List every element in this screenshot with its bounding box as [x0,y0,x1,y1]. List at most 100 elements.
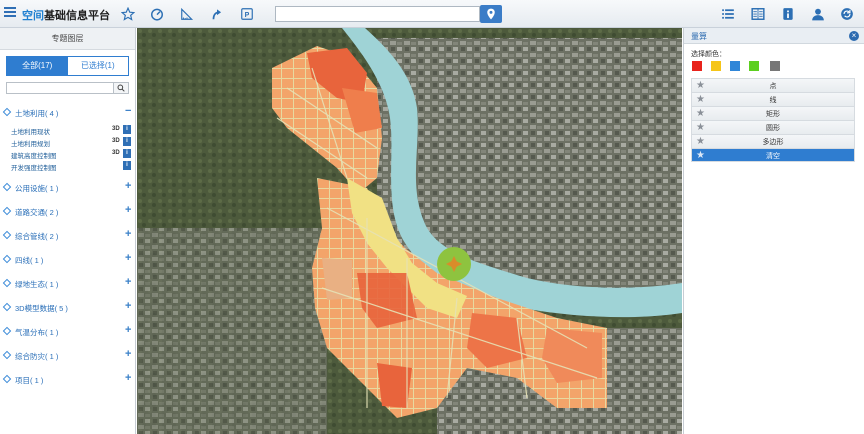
tool-clear[interactable]: ★ 清空 [691,148,855,162]
sublayer-label: 土地利用规划 [11,141,50,148]
layer-category[interactable]: 土地利用( 4 ) − [0,105,136,120]
parking-icon[interactable]: P [238,5,256,23]
app-title: 空间基础信息平台 [22,7,110,23]
sublayer-label: 土地利用现状 [11,129,50,136]
layer-category-label: 公用设施( 1 ) [15,184,59,193]
star-icon[interactable] [119,5,137,23]
layer-category-label: 综合管线( 2 ) [15,232,59,241]
app-title-rest: 基础信息平台 [44,10,110,22]
layer-category[interactable]: 四线( 1 ) + [0,252,136,267]
search-icon [117,84,125,92]
map-view[interactable] [137,28,682,434]
refresh-icon[interactable] [838,5,856,23]
menu-icon[interactable] [4,7,16,19]
dashboard-icon[interactable] [148,5,166,23]
layer-search-button[interactable] [114,82,129,94]
sublayer-item[interactable]: 土地利用规划 3D i [11,137,135,149]
info-icon[interactable] [779,5,797,23]
collapse-toggle[interactable]: − [125,105,131,117]
tool-label: 圆形 [766,125,780,132]
diamond-icon [2,254,12,264]
expand-toggle[interactable]: + [125,180,131,192]
measure-tool-list: ★ 点 ★ 线 ★ 矩形 ★ 圆形 ★ 多边形 ★ 清空 [691,78,855,162]
tool-line[interactable]: ★ 线 [691,92,855,106]
arrow-up-icon[interactable] [208,5,226,23]
expand-toggle[interactable]: + [125,372,131,384]
layer-category[interactable]: 绿地生态( 1 ) + [0,276,136,291]
expand-toggle[interactable]: + [125,252,131,264]
layer-category[interactable]: 项目( 1 ) + [0,372,136,387]
diamond-icon [2,278,12,288]
tool-label: 线 [769,97,777,104]
diamond-icon [2,230,12,240]
color-swatch-gray[interactable] [770,61,780,71]
3d-badge[interactable]: 3D [112,138,120,144]
layer-category[interactable]: 公用设施( 1 ) + [0,180,136,195]
expand-toggle[interactable]: + [125,300,131,312]
layer-category[interactable]: 综合管线( 2 ) + [0,228,136,243]
close-icon[interactable]: × [849,31,859,41]
layer-category-label: 综合防灾( 1 ) [15,352,59,361]
layer-category-label: 道路交通( 2 ) [15,208,59,217]
tool-point[interactable]: ★ 点 [691,78,855,92]
location-pin-icon [487,8,495,20]
layer-category[interactable]: 道路交通( 2 ) + [0,204,136,219]
satellite-map[interactable] [137,28,682,434]
3d-badge[interactable]: 3D [112,126,120,132]
layer-category-label: 项目( 1 ) [15,376,44,385]
sublayer-label: 建筑高度控制图 [11,153,57,160]
measure-icon[interactable] [178,5,196,23]
layer-category[interactable]: 3D模型数据( 5 ) + [0,300,136,315]
layer-search-input[interactable] [6,82,114,94]
color-swatch-yellow[interactable] [711,61,721,71]
sublayer-item[interactable]: 建筑高度控制图 3D i [11,149,135,161]
diamond-icon [2,182,12,192]
layer-category[interactable]: 气温分布( 1 ) + [0,324,136,339]
measure-panel-header: 量算 × [684,28,864,44]
top-toolbar: 空间基础信息平台 P [0,0,864,28]
diamond-icon [2,350,12,360]
layer-panel-title: 专题图层 [0,28,135,50]
layer-category-label: 绿地生态( 1 ) [15,280,59,289]
tab-all[interactable]: 全部(17) [7,57,68,75]
search-button[interactable] [480,5,502,23]
columns-icon[interactable] [749,5,767,23]
expand-toggle[interactable]: + [125,276,131,288]
tool-label: 多边形 [762,139,784,146]
info-icon[interactable]: i [123,149,131,158]
expand-toggle[interactable]: + [125,204,131,216]
sublayer-item[interactable]: 土地利用现状 3D i [11,125,135,137]
layer-category-label: 3D模型数据( 5 ) [15,304,68,313]
list-icon[interactable] [719,5,737,23]
user-icon[interactable] [809,5,827,23]
layer-tabs: 全部(17) 已选择(1) [6,56,129,76]
color-swatch-blue[interactable] [730,61,740,71]
sublayer-item[interactable]: 开发强度控制图 i [11,161,135,173]
color-swatch-red[interactable] [692,61,702,71]
tool-label: 矩形 [766,111,780,118]
info-icon[interactable]: i [123,125,131,134]
measure-panel-title: 量算 [691,32,707,41]
expand-toggle[interactable]: + [125,228,131,240]
3d-badge[interactable]: 3D [112,150,120,156]
measure-panel: 量算 × 选择颜色： ★ 点 ★ 线 ★ 矩形 ★ 圆形 ★ 多边形 ★ 清空 [683,28,864,434]
layer-category[interactable]: 综合防灾( 1 ) + [0,348,136,363]
color-swatch-green[interactable] [749,61,759,71]
tool-polygon[interactable]: ★ 多边形 [691,134,855,148]
tab-selected[interactable]: 已选择(1) [67,57,128,75]
expand-toggle[interactable]: + [125,348,131,360]
info-icon[interactable]: i [123,161,131,170]
info-icon[interactable]: i [123,137,131,146]
tool-label: 清空 [766,153,780,160]
expand-toggle[interactable]: + [125,324,131,336]
tool-rectangle[interactable]: ★ 矩形 [691,106,855,120]
search-input[interactable] [275,6,480,22]
layer-panel: 专题图层 全部(17) 已选择(1) 土地利用( 4 ) − 土地利用现状 3D… [0,28,136,434]
diamond-icon [2,374,12,384]
diamond-icon [2,302,12,312]
tool-circle[interactable]: ★ 圆形 [691,120,855,134]
diamond-icon [2,326,12,336]
layer-category-label: 气温分布( 1 ) [15,328,59,337]
app-title-highlight: 空间 [22,10,44,22]
layer-category-label: 四线( 1 ) [15,256,44,265]
